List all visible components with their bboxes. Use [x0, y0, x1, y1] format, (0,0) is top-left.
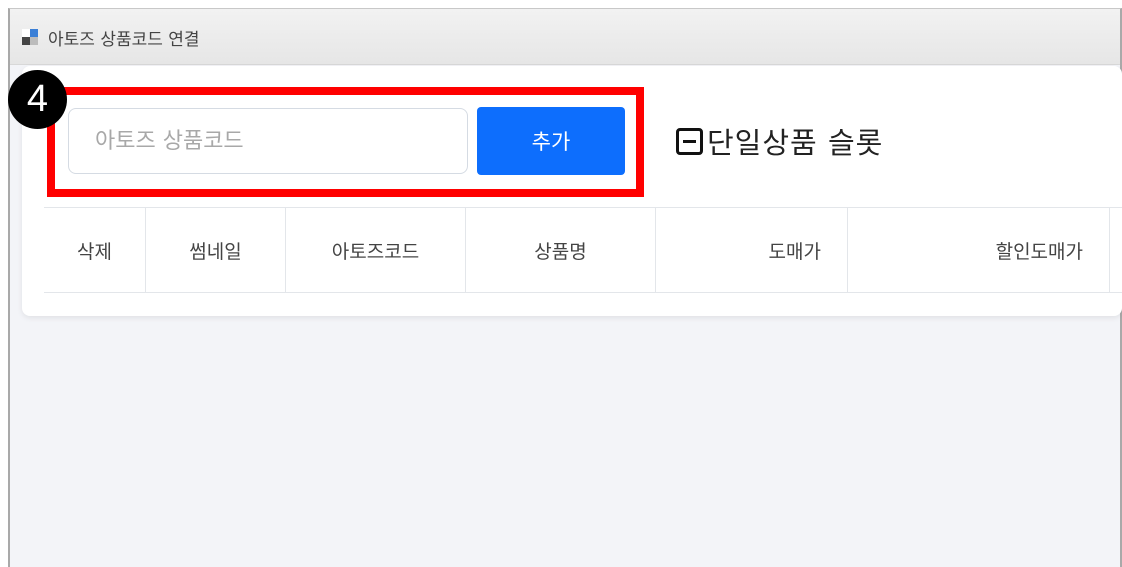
- single-product-label: 단일상품 슬롯: [707, 126, 884, 160]
- column-header-product-name: 상품명: [466, 208, 656, 292]
- step-badge: 4: [8, 70, 67, 129]
- column-header-thumbnail: 썸네일: [146, 208, 286, 292]
- column-header-wholesale-price: 도매가: [656, 208, 848, 292]
- column-header-discount-wholesale-price: 할인도매가: [848, 208, 1110, 292]
- highlight-box: [47, 87, 644, 197]
- title-bar: 아토즈 상품코드 연결: [10, 9, 1120, 65]
- column-header-delete: 삭제: [44, 208, 146, 292]
- single-product-toggle[interactable]: 단일상품 슬롯: [676, 120, 883, 162]
- table-header: 삭제 썸네일 아토즈코드 상품명 도매가 할인도매가: [44, 207, 1122, 293]
- window-title: 아토즈 상품코드 연결: [48, 30, 200, 50]
- minus-checkbox-icon[interactable]: [676, 127, 703, 155]
- app-icon: [22, 29, 38, 45]
- column-header-atoz-code: 아토즈코드: [286, 208, 466, 292]
